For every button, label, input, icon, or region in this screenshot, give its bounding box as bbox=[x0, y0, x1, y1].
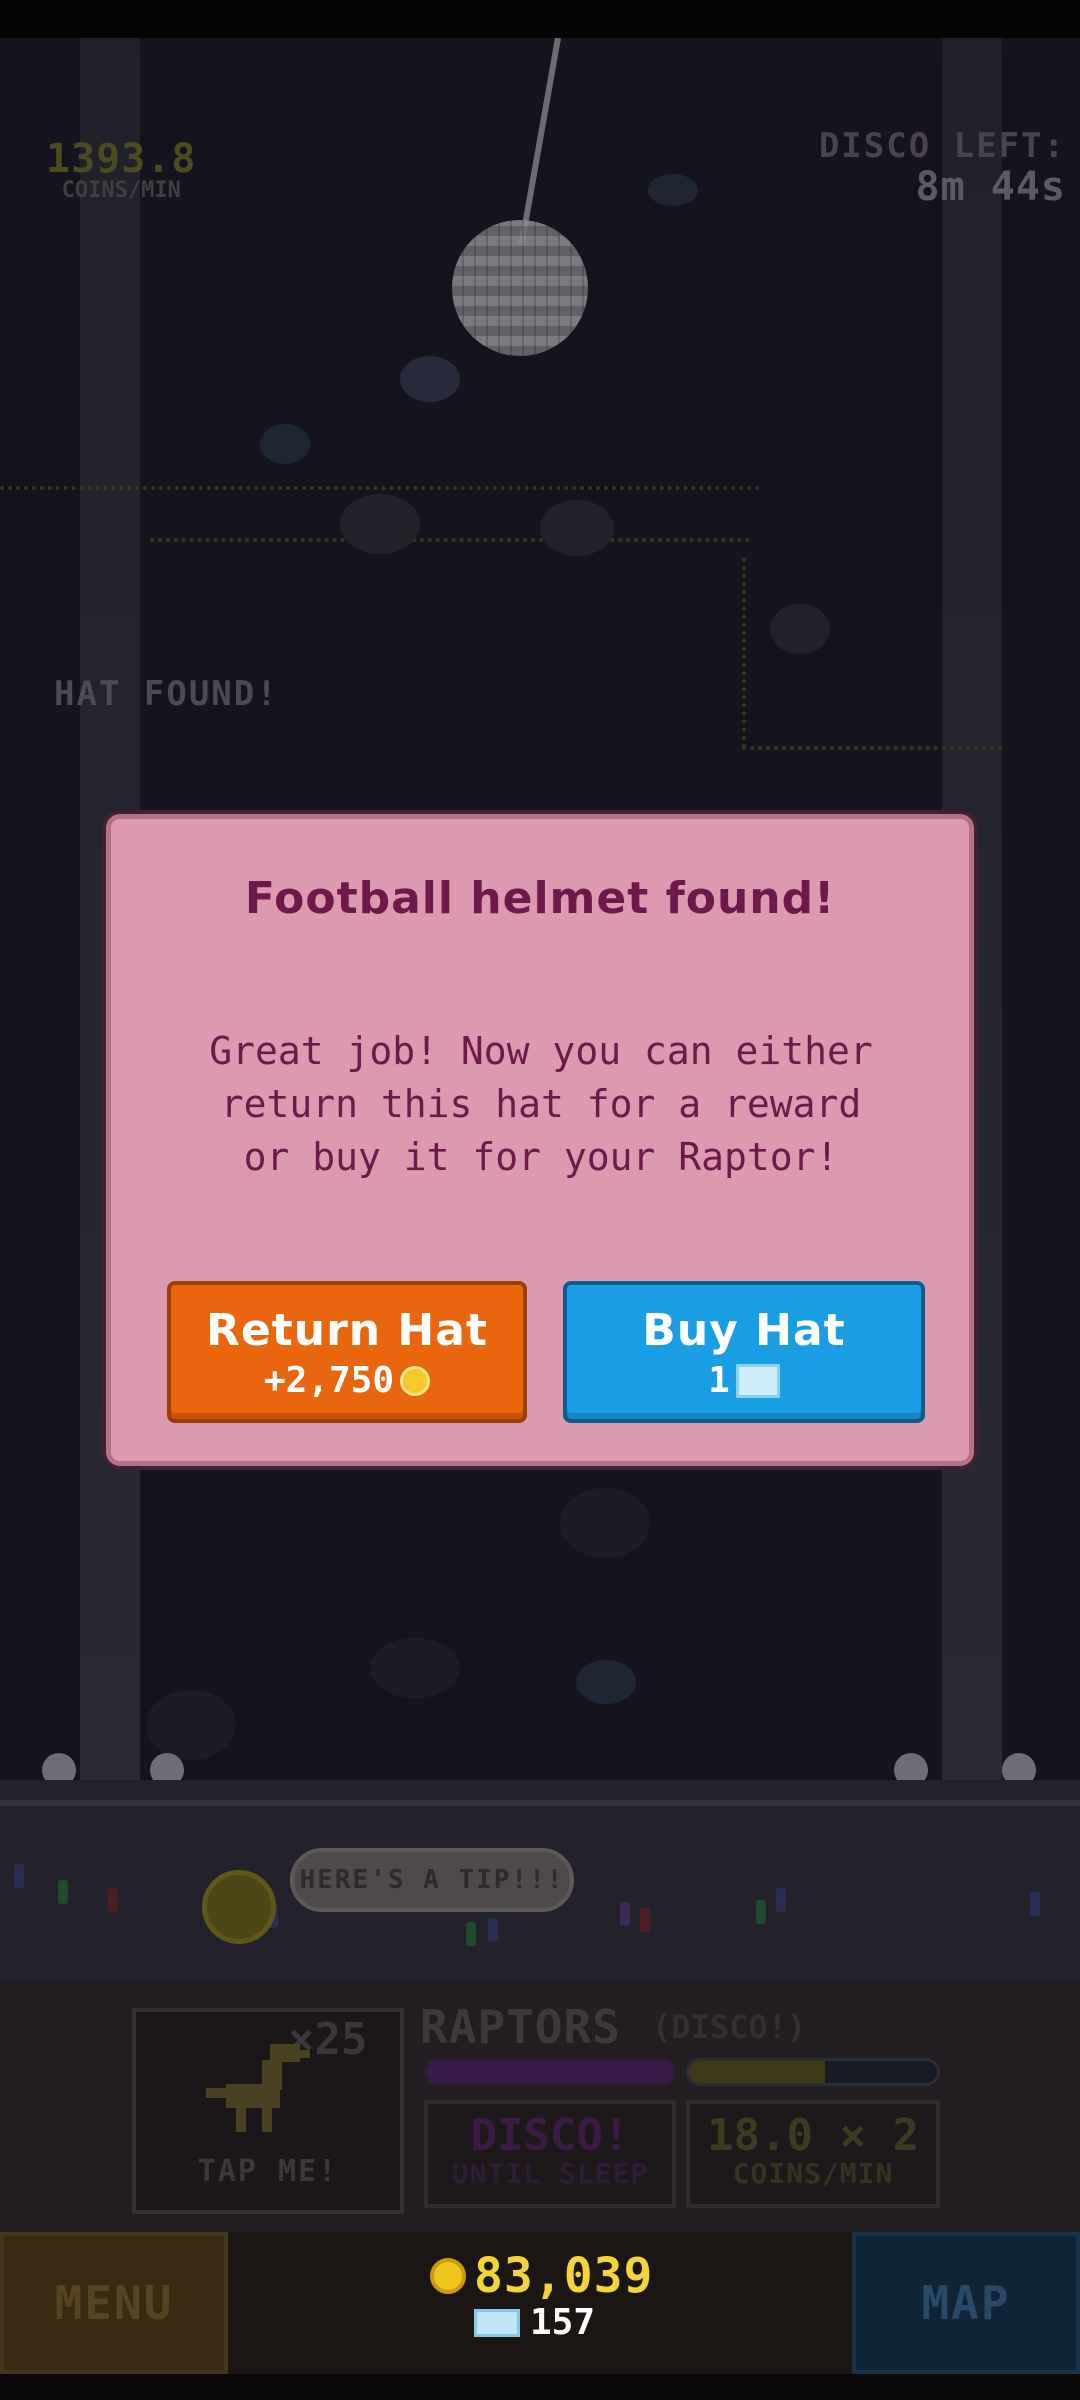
dialog-message-line: or buy it for your Raptor! bbox=[243, 1135, 839, 1179]
map-button[interactable]: MAP bbox=[852, 2232, 1080, 2374]
coins-per-min-stat: 18.0 × 2 COINS/MIN bbox=[686, 2100, 940, 2208]
crowd-person bbox=[776, 1888, 786, 1912]
coins-rate-display: 1393.8 COINS/MIN bbox=[46, 136, 197, 203]
crowd-person bbox=[58, 1880, 68, 1904]
coin-total-value: 83,039 bbox=[474, 2248, 654, 2304]
coin-progress-bar bbox=[686, 2058, 940, 2086]
disco-progress-bar bbox=[424, 2058, 676, 2086]
gem-icon bbox=[735, 1363, 780, 1398]
coins-rate-label: COINS/MIN bbox=[61, 178, 181, 203]
dialog-message-line: return this hat for a reward bbox=[220, 1082, 862, 1126]
navigation-strip bbox=[0, 2374, 1080, 2400]
gem-icon bbox=[474, 2308, 520, 2337]
disco-ball-icon bbox=[452, 220, 588, 356]
dialog-title: Football helmet found! bbox=[244, 873, 836, 924]
path-line bbox=[742, 746, 1002, 750]
dialog-message: Great job! Now you can either return thi… bbox=[151, 1025, 931, 1184]
status-bar bbox=[0, 0, 1080, 38]
sleep-stat: DISCO! UNTIL SLEEP bbox=[424, 2100, 676, 2208]
disco-progress-fill bbox=[427, 2061, 673, 2083]
egg-icon bbox=[770, 604, 830, 654]
sleep-stat-label: UNTIL SLEEP bbox=[451, 2157, 649, 2190]
dino-silhouette bbox=[400, 356, 460, 402]
gem-total-value: 157 bbox=[530, 2302, 596, 2343]
hat-found-banner: HAT FOUND! bbox=[54, 674, 279, 714]
egg-icon bbox=[370, 1638, 460, 1698]
fence bbox=[0, 1800, 1080, 1806]
path-line bbox=[0, 486, 760, 490]
return-hat-reward-amount: +2,750 bbox=[263, 1360, 395, 1401]
menu-button[interactable]: MENU bbox=[0, 2232, 228, 2374]
sleep-stat-value: DISCO! bbox=[470, 2110, 630, 2161]
crowd-person bbox=[1030, 1892, 1040, 1916]
buy-hat-price: 1 bbox=[567, 1360, 921, 1401]
disco-ball-rope bbox=[518, 38, 561, 246]
egg-icon bbox=[560, 1488, 650, 1558]
disco-timer: DISCO LEFT: 8m 44s bbox=[819, 126, 1066, 210]
crowd-person bbox=[620, 1902, 630, 1926]
crowd-person bbox=[14, 1864, 24, 1888]
coins-rate-value: 1393.8 bbox=[46, 136, 197, 182]
hat-found-dialog: Football helmet found! Great job! Now yo… bbox=[106, 814, 974, 1466]
raptor-icon bbox=[206, 2044, 310, 2132]
dino-silhouette bbox=[576, 1660, 636, 1704]
crowd-person bbox=[756, 1900, 766, 1924]
buy-hat-label: Buy Hat bbox=[642, 1305, 846, 1356]
crowd-person bbox=[466, 1922, 476, 1946]
return-hat-label: Return Hat bbox=[206, 1305, 488, 1356]
path-line bbox=[150, 538, 750, 542]
tap-me-label: TAP ME! bbox=[197, 2154, 339, 2189]
crowd-person bbox=[640, 1908, 650, 1932]
egg-icon bbox=[340, 494, 420, 554]
coin-icon bbox=[430, 2258, 466, 2294]
crowd-person bbox=[488, 1918, 498, 1942]
gem-total: 157 bbox=[474, 2302, 595, 2343]
egg-icon bbox=[146, 1690, 236, 1760]
dino-silhouette bbox=[260, 424, 310, 464]
egg-icon bbox=[540, 500, 614, 556]
path-line bbox=[742, 558, 746, 748]
disco-left-label: DISCO LEFT: bbox=[818, 126, 1066, 166]
species-title: RAPTORS bbox=[420, 2000, 621, 2054]
dialog-message-line: Great job! Now you can either bbox=[209, 1029, 873, 1073]
coins-per-min-label: COINS/MIN bbox=[732, 2157, 894, 2190]
coin-icon bbox=[400, 1365, 431, 1396]
tip-button[interactable]: HERE'S A TIP!!! bbox=[290, 1848, 574, 1912]
coin-total: 83,039 bbox=[430, 2248, 653, 2304]
buy-hat-price-amount: 1 bbox=[708, 1360, 730, 1401]
crowd-person bbox=[108, 1888, 118, 1912]
disco-left-value: 8m 44s bbox=[915, 164, 1066, 210]
return-hat-button[interactable]: Return Hat +2,750 bbox=[167, 1281, 527, 1423]
coin-progress-fill bbox=[689, 2061, 826, 2083]
tip-coin-icon[interactable] bbox=[202, 1870, 276, 1944]
return-hat-reward: +2,750 bbox=[171, 1360, 523, 1401]
coins-per-min-value: 18.0 × 2 bbox=[707, 2110, 919, 2161]
buy-hat-button[interactable]: Buy Hat 1 bbox=[563, 1281, 925, 1423]
dino-silhouette bbox=[648, 174, 698, 206]
species-status: (DISCO!) bbox=[652, 2008, 807, 2046]
